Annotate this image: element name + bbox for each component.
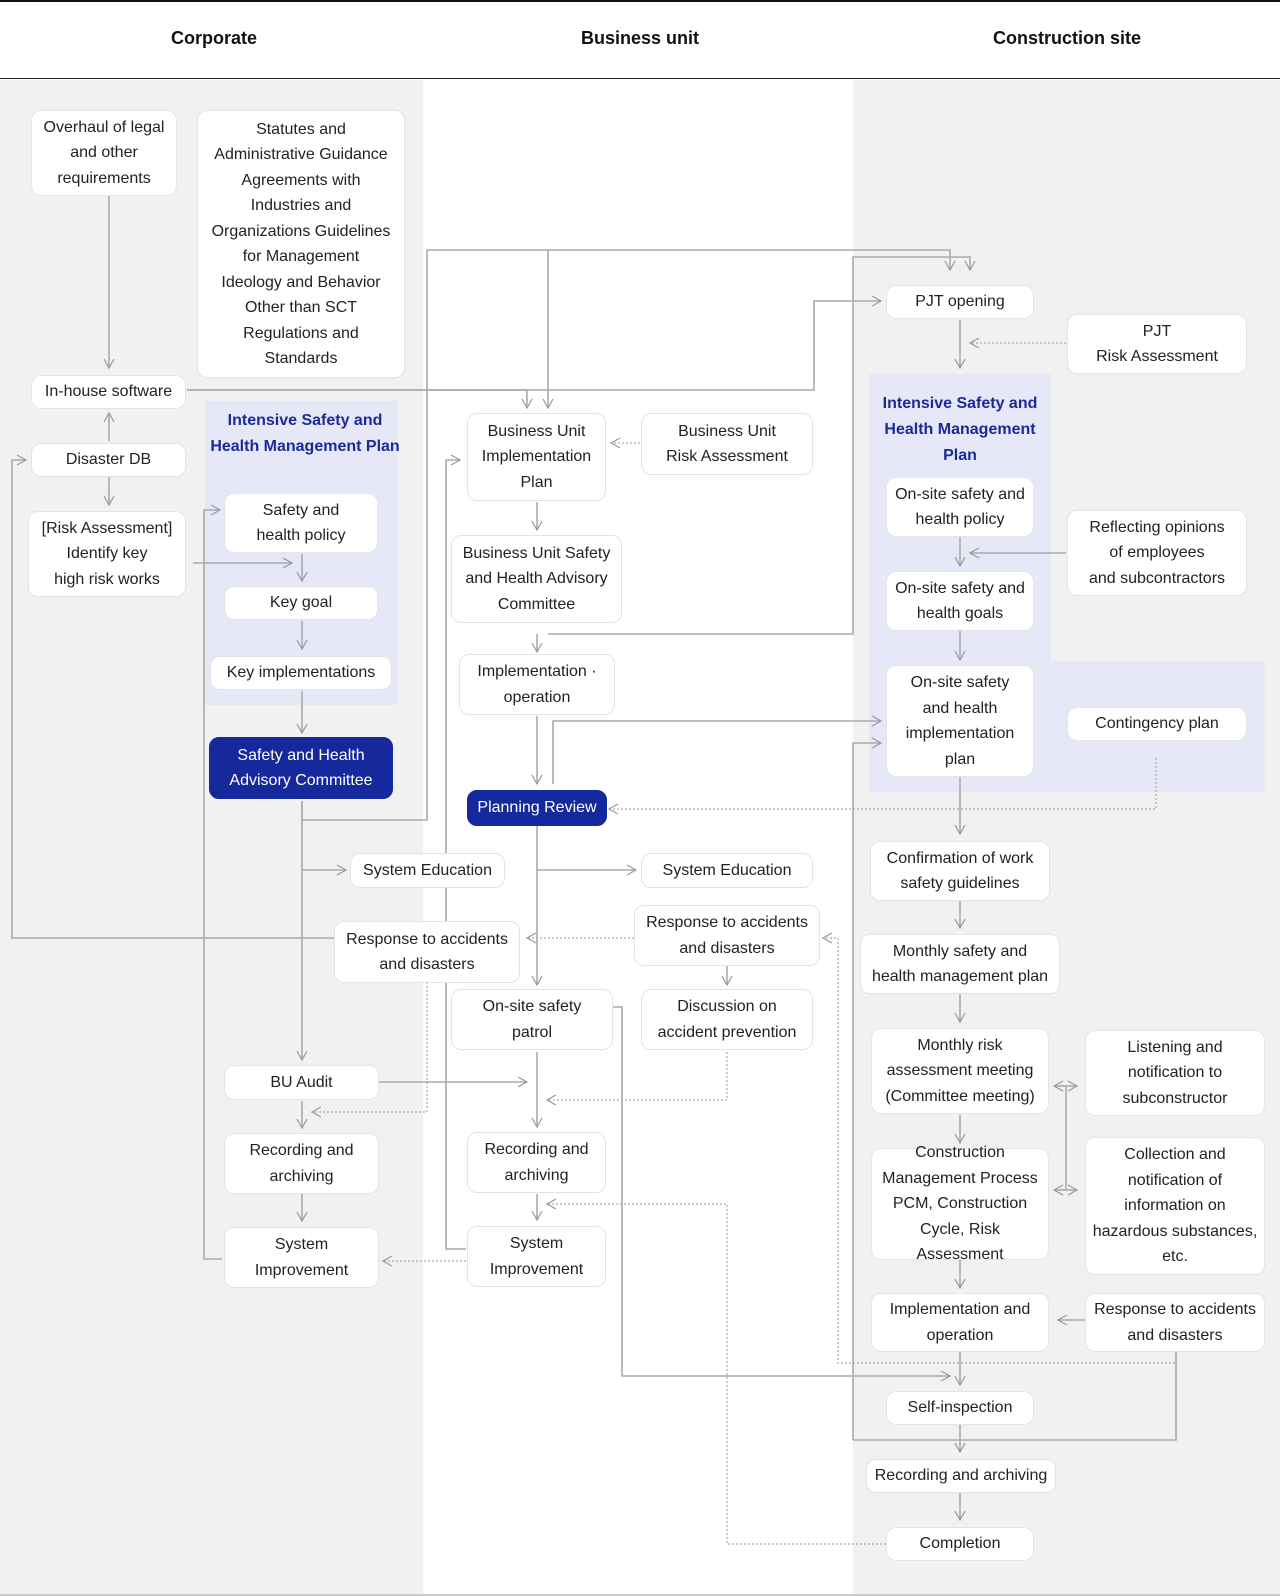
statutes-node[interactable]: Statutes and Administrative Guidance Agr… [197,110,405,378]
bu-advisory-committee-node[interactable]: Business Unit Safety and Health Advisory… [451,535,622,623]
bu-recording-node[interactable]: Recording and archiving [467,1132,606,1193]
key-goal-node[interactable]: Key goal [224,586,378,620]
corporate-system-education-node[interactable]: System Education [350,853,505,888]
monthly-plan-node[interactable]: Monthly safety and health management pla… [860,934,1060,994]
overhaul-requirements-node[interactable]: Overhaul of legal and other requirements [31,110,177,196]
column-header: Corporate Business unit Construction sit… [0,2,1280,79]
monthly-risk-meeting-node[interactable]: Monthly risk assessment meeting (Committ… [871,1028,1049,1114]
lane-business-unit [423,80,853,1594]
onsite-implementation-plan-node[interactable]: On-site safety and health implementation… [886,665,1034,777]
reflecting-opinions-node[interactable]: Reflecting opinions of employees and sub… [1067,510,1247,596]
corporate-plan-group-title: Intensive Safety and Health Management P… [210,412,400,455]
discussion-accident-prevention-node[interactable]: Discussion on accident prevention [641,989,813,1050]
site-response-node[interactable]: Response to accidents and disasters [1085,1293,1265,1352]
column-title-business-unit: Business unit [580,28,700,48]
contingency-plan-node[interactable]: Contingency plan [1067,707,1247,741]
corporate-response-node[interactable]: Response to accidents and disasters [334,921,520,983]
bu-system-improvement-node[interactable]: System Improvement [467,1226,606,1287]
onsite-policy-node[interactable]: On-site safety and health policy [886,477,1034,537]
construction-management-node[interactable]: Construction Management Process PCM, Con… [871,1144,1049,1263]
planning-review-node[interactable]: Planning Review [467,790,607,826]
site-recording-node[interactable]: Recording and archiving [866,1459,1056,1493]
site-plan-group-title: Intensive Safety and Health Management P… [882,395,1038,464]
disaster-db-node[interactable]: Disaster DB [31,443,186,477]
confirmation-guidelines-node[interactable]: Confirmation of work safety guidelines [870,841,1050,901]
safety-health-policy-node[interactable]: Safety and health policy [224,493,378,553]
site-implementation-operation-node[interactable]: Implementation and operation [871,1293,1049,1352]
onsite-goals-node[interactable]: On-site safety and health goals [886,571,1034,631]
self-inspection-node[interactable]: Self-inspection [886,1391,1034,1425]
listening-notification-node[interactable]: Listening and notification to subconstru… [1085,1030,1265,1116]
bu-response-node[interactable]: Response to accidents and disasters [634,905,820,966]
corporate-system-improvement-node[interactable]: System Improvement [224,1227,379,1288]
bu-audit-node[interactable]: BU Audit [224,1065,379,1100]
collection-notification-node[interactable]: Collection and notification of informati… [1085,1137,1265,1275]
risk-assessment-node[interactable]: [Risk Assessment] Identify key high risk… [28,511,186,597]
pjt-opening-node[interactable]: PJT opening [886,285,1034,319]
corporate-recording-node[interactable]: Recording and archiving [224,1133,379,1194]
column-title-construction-site: Construction site [992,28,1141,48]
inhouse-software-node[interactable]: In-house software [31,375,186,409]
completion-node[interactable]: Completion [886,1527,1034,1561]
onsite-safety-patrol-node[interactable]: On-site safety patrol [451,989,613,1050]
pjt-risk-assessment-node[interactable]: PJT Risk Assessment [1067,314,1247,374]
bu-implementation-operation-node[interactable]: Implementation · operation [459,654,615,715]
bu-system-education-node[interactable]: System Education [641,853,813,888]
column-title-corporate: Corporate [170,28,257,48]
bu-implementation-plan-node[interactable]: Business Unit Implementation Plan [467,413,606,501]
bu-risk-assessment-node[interactable]: Business Unit Risk Assessment [641,413,813,475]
safety-health-advisory-committee-node[interactable]: Safety and Health Advisory Committee [209,737,393,799]
key-implementations-node[interactable]: Key implementations [210,656,392,690]
